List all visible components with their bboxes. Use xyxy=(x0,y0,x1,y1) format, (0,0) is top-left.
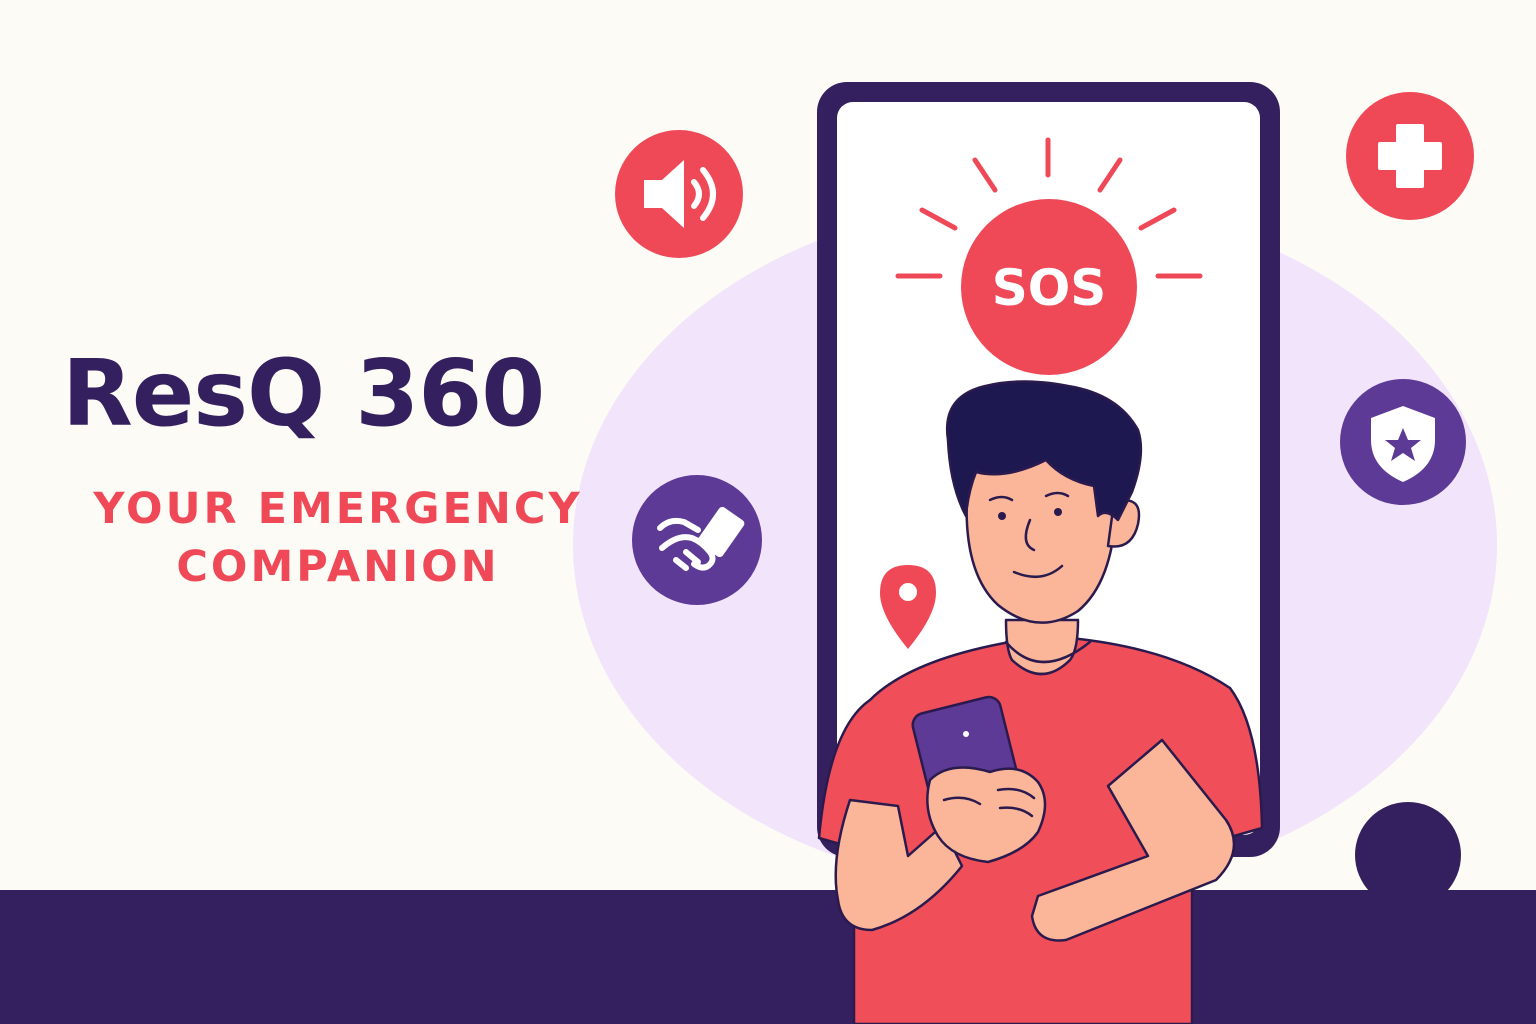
app-title: ResQ 360 xyxy=(62,340,545,447)
handshake-icon xyxy=(632,475,762,605)
floor-band xyxy=(0,890,1536,1024)
medical-cross-icon xyxy=(1346,92,1474,220)
sos-label: SOS xyxy=(992,259,1107,317)
tagline-line-2: COMPANION xyxy=(176,542,500,592)
speaker-icon xyxy=(615,130,743,258)
shield-star-icon xyxy=(1340,379,1466,505)
tagline-line-1: YOUR EMERGENCY xyxy=(93,484,583,534)
tagline: YOUR EMERGENCY COMPANION xyxy=(62,480,614,596)
floor-ball xyxy=(1355,802,1461,908)
